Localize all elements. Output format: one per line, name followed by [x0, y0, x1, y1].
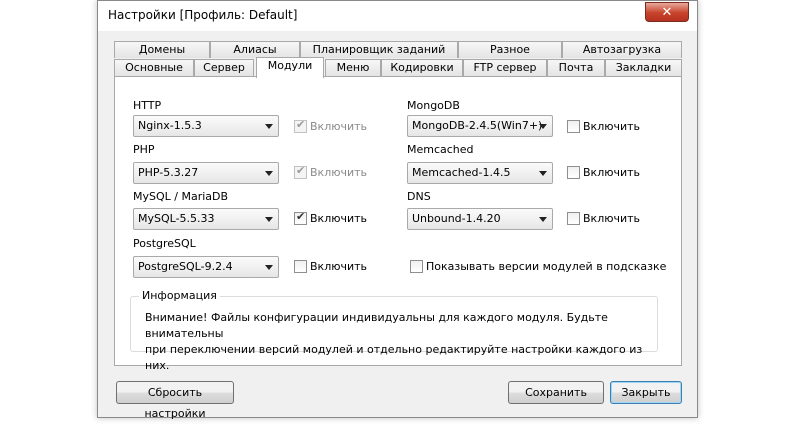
mongodb-enable-label: Включить — [583, 120, 641, 133]
postgresql-select[interactable]: PostgreSQL-9.2.4 — [133, 256, 279, 278]
close-button[interactable]: Закрыть — [610, 381, 682, 404]
title-bar: Настройки [Профиль: Default] ✕ — [98, 1, 697, 31]
tab-autostart[interactable]: Автозагрузка — [562, 41, 682, 58]
http-enable-label: Включить — [310, 120, 368, 133]
tab-general[interactable]: Основные — [114, 59, 194, 76]
chevron-down-icon — [265, 217, 273, 222]
tab-domains[interactable]: Домены — [114, 41, 210, 58]
chevron-down-icon — [265, 124, 273, 129]
postgresql-enable-checkbox[interactable] — [294, 260, 307, 273]
tab-ftp-server[interactable]: FTP сервер — [463, 59, 547, 76]
php-enable-label: Включить — [310, 166, 368, 179]
php-label: PHP — [133, 143, 155, 156]
http-select[interactable]: Nginx-1.5.3 — [133, 115, 279, 137]
reset-settings-button[interactable]: Сбросить настройки — [116, 381, 234, 420]
dns-label: DNS — [407, 190, 431, 203]
dns-enable-label: Включить — [583, 212, 641, 225]
close-window-button[interactable]: ✕ — [645, 2, 689, 22]
show-versions-label: Показывать версии модулей в подсказке — [426, 260, 667, 273]
chevron-down-icon — [265, 171, 273, 176]
mongodb-enable-checkbox[interactable] — [567, 120, 580, 133]
memcached-label: Memcached — [407, 143, 474, 156]
tab-misc[interactable]: Разное — [458, 41, 562, 58]
chevron-down-icon — [539, 217, 547, 222]
postgresql-label: PostgreSQL — [133, 237, 196, 250]
tab-mail[interactable]: Почта — [547, 59, 605, 76]
postgresql-enable-label: Включить — [310, 260, 368, 273]
mongodb-label: MongoDB — [407, 99, 460, 112]
tab-server[interactable]: Сервер — [194, 59, 254, 76]
info-text: Внимание! Файлы конфигурации индивидуаль… — [145, 310, 657, 374]
info-line-2: при переключении версий модулей и отдель… — [145, 343, 643, 372]
tab-bookmarks[interactable]: Закладки — [605, 59, 682, 76]
mysql-label: MySQL / MariaDB — [133, 190, 229, 203]
info-group: Информация Внимание! Файлы конфигурации … — [130, 289, 658, 372]
modules-panel: HTTP Nginx-1.5.3 ✔ Включить PHP PHP-5.3.… — [114, 76, 682, 372]
close-icon: ✕ — [661, 4, 673, 20]
tab-aliases[interactable]: Алиасы — [210, 41, 300, 58]
info-line-1: Внимание! Файлы конфигурации индивидуаль… — [145, 311, 608, 340]
mongodb-select[interactable]: MongoDB-2.4.5(Win7+) — [407, 115, 553, 137]
check-icon: ✔ — [296, 164, 306, 177]
mysql-select[interactable]: MySQL-5.5.33 — [133, 208, 279, 230]
tab-encodings[interactable]: Кодировки — [381, 59, 463, 76]
http-label: HTTP — [133, 99, 162, 112]
chevron-down-icon — [265, 265, 273, 270]
chevron-down-icon — [539, 171, 547, 176]
window-title: Настройки [Профиль: Default] — [108, 8, 298, 22]
tab-modules[interactable]: Модули — [256, 57, 324, 78]
info-legend: Информация — [139, 289, 220, 302]
dns-select[interactable]: Unbound-1.4.20 — [407, 208, 553, 230]
dns-enable-checkbox[interactable] — [567, 212, 580, 225]
memcached-enable-label: Включить — [583, 166, 641, 179]
tab-scheduler[interactable]: Планировщик заданий — [300, 41, 458, 58]
php-enable-checkbox[interactable]: ✔ — [294, 164, 307, 179]
http-enable-checkbox[interactable]: ✔ — [294, 118, 307, 133]
save-button[interactable]: Сохранить — [508, 381, 604, 404]
check-icon: ✔ — [296, 118, 306, 131]
tab-menu[interactable]: Меню — [325, 59, 381, 76]
memcached-select[interactable]: Memcached-1.4.5 — [407, 162, 553, 184]
php-select[interactable]: PHP-5.3.27 — [133, 162, 279, 184]
memcached-enable-checkbox[interactable] — [567, 166, 580, 179]
settings-window: Настройки [Профиль: Default] ✕ Домены Ал… — [97, 0, 698, 420]
check-icon: ✔ — [296, 210, 306, 223]
mysql-enable-checkbox[interactable]: ✔ — [294, 210, 307, 225]
mysql-enable-label: Включить — [310, 212, 368, 225]
show-versions-checkbox[interactable] — [410, 260, 423, 273]
chevron-down-icon — [539, 124, 547, 129]
